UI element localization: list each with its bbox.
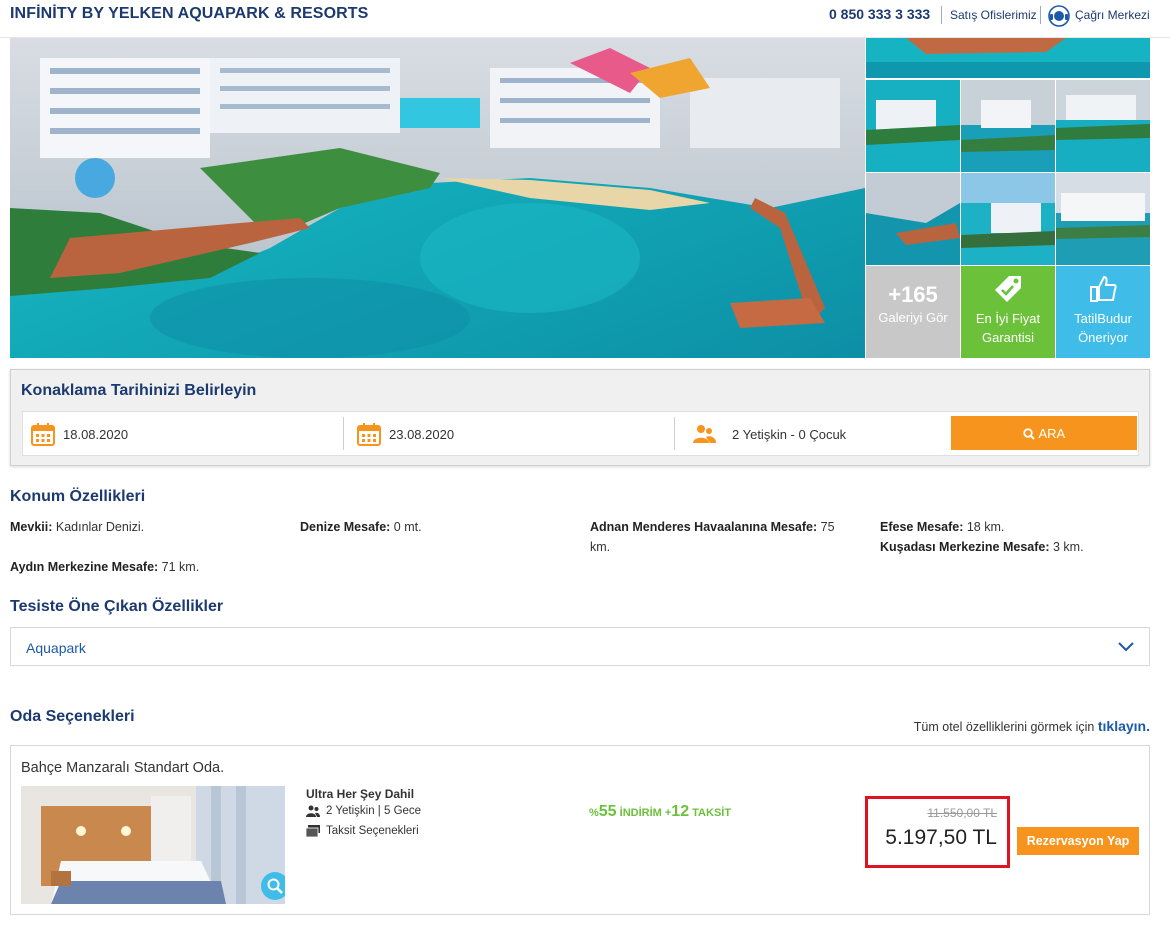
hotel-title: INFİNİTY BY YELKEN AQUAPARK & RESORTS (10, 5, 369, 22)
calendar-icon (31, 423, 55, 446)
location-item: Efese Mesafe: 18 km. (880, 520, 1005, 534)
best-price-label: En İyi Fiyat Garantisi (975, 311, 1041, 345)
location-title: Konum Özellikleri (10, 488, 146, 505)
highlights-accordion[interactable]: Aquapark (10, 627, 1150, 666)
gallery-more-label: Galeriyi Gör (878, 310, 948, 325)
recommend-label: TatilBudur Öneriyor (1074, 311, 1132, 345)
search-title: Konaklama Tarihinizi Belirleyin (21, 382, 257, 399)
hotel-aerial-image (10, 38, 865, 358)
headset-icon[interactable] (1048, 5, 1070, 27)
date-search-panel: Konaklama Tarihinizi Belirleyin 18.08.20… (10, 369, 1150, 466)
occupancy-line: 2 Yetişkin | 5 Gece (306, 805, 421, 817)
reserve-button[interactable]: Rezervasyon Yap (1017, 827, 1139, 855)
guests-icon (693, 425, 716, 443)
installments-text: Taksit Seçenekleri (326, 825, 419, 838)
gallery-thumbnail[interactable] (1056, 80, 1150, 172)
gallery-thumbnail[interactable] (866, 38, 1150, 78)
checkin-date: 18.08.2020 (63, 427, 129, 442)
magnifier-icon (267, 878, 283, 894)
all-features-link[interactable]: tıklayın. (1098, 718, 1150, 734)
new-price: 5.197,50 TL (885, 826, 997, 849)
price-tag-icon (995, 276, 1021, 302)
thumbs-up-icon (1090, 275, 1117, 302)
chevron-down-icon (1118, 642, 1134, 652)
location-item: Adnan Menderes Havaalanına Mesafe: 75 km… (590, 520, 835, 554)
thumbnail-image (866, 38, 1150, 78)
thumbnail-image (1056, 173, 1150, 265)
gallery-thumbnail[interactable] (866, 80, 960, 172)
gallery-thumbnail[interactable] (1056, 173, 1150, 265)
guests-icon (306, 805, 320, 817)
old-price: 11.550,00 TL (927, 806, 997, 820)
location-item: Mevkii: Kadınlar Denizi. (10, 520, 145, 534)
credit-card-icon (306, 825, 320, 837)
site-header: INFİNİTY BY YELKEN AQUAPARK & RESORTS 0 … (0, 0, 1170, 38)
guests-count: 2 Yetişkin - 0 Çocuk (732, 427, 847, 442)
location-item: Kuşadası Merkezine Mesafe: 3 km. (880, 540, 1084, 554)
room-photo[interactable] (21, 786, 285, 904)
room-card: Bahçe Manzaralı Standart Oda. Ultra Her … (10, 745, 1150, 915)
search-button[interactable]: ARA (951, 416, 1137, 450)
highlights-selected: Aquapark (26, 640, 86, 656)
thumbnail-image (961, 80, 1055, 172)
thumbnail-image (866, 80, 960, 172)
thumbnail-image (961, 173, 1055, 265)
thumbnail-image (866, 173, 960, 265)
checkout-date: 23.08.2020 (389, 427, 455, 442)
checkin-field[interactable]: 18.08.2020 (23, 412, 343, 455)
gallery-more-tile[interactable]: +165 Galeriyi Gör (866, 266, 960, 358)
call-center-link[interactable]: Çağrı Merkezi (1075, 8, 1150, 22)
gallery-count: +165 (888, 282, 938, 307)
hotel-main-photo[interactable] (10, 38, 865, 358)
guests-field[interactable]: 2 Yetişkin - 0 Çocuk (675, 412, 945, 455)
rooms-title: Oda Seçenekleri (10, 708, 135, 725)
room-name: Bahçe Manzaralı Standart Oda. (21, 760, 225, 776)
search-icon (1023, 427, 1035, 440)
highlights-title: Tesiste Öne Çıkan Özellikler (10, 598, 224, 615)
zoom-icon[interactable] (261, 872, 285, 900)
header-divider (1040, 6, 1041, 24)
all-features-note: Tüm otel özelliklerini görmek için tıkla… (913, 718, 1150, 734)
room-image (21, 786, 285, 904)
price-box: 11.550,00 TL 5.197,50 TL (865, 796, 1010, 868)
occupancy-text: 2 Yetişkin | 5 Gece (326, 805, 422, 818)
best-price-tile[interactable]: En İyi Fiyat Garantisi (961, 266, 1055, 358)
search-row: 18.08.2020 23.08.2020 2 Yetişkin - 0 Çoc… (22, 411, 1139, 456)
gallery-thumbnail[interactable] (961, 80, 1055, 172)
discount-badge: %55 İNDİRİM +12 TAKSİT (589, 803, 732, 820)
board-type: Ultra Her Şey Dahil (306, 787, 415, 801)
phone-number[interactable]: 0 850 333 3 333 (829, 6, 930, 22)
location-item: Aydın Merkezine Mesafe: 71 km. (10, 560, 200, 574)
thumbnail-image (1056, 80, 1150, 172)
gallery-thumbnail[interactable] (961, 173, 1055, 265)
calendar-icon (357, 423, 381, 446)
location-item: Denize Mesafe: 0 mt. (300, 520, 422, 534)
gallery-thumbnail[interactable] (866, 173, 960, 265)
recommend-tile[interactable]: TatilBudur Öneriyor (1056, 266, 1150, 358)
header-divider (941, 6, 942, 24)
search-button-label: ARA (1038, 426, 1066, 442)
installments-line[interactable]: Taksit Seçenekleri (306, 825, 419, 837)
checkout-field[interactable]: 23.08.2020 (344, 412, 674, 455)
sales-offices-link[interactable]: Satış Ofislerimiz (950, 8, 1037, 22)
